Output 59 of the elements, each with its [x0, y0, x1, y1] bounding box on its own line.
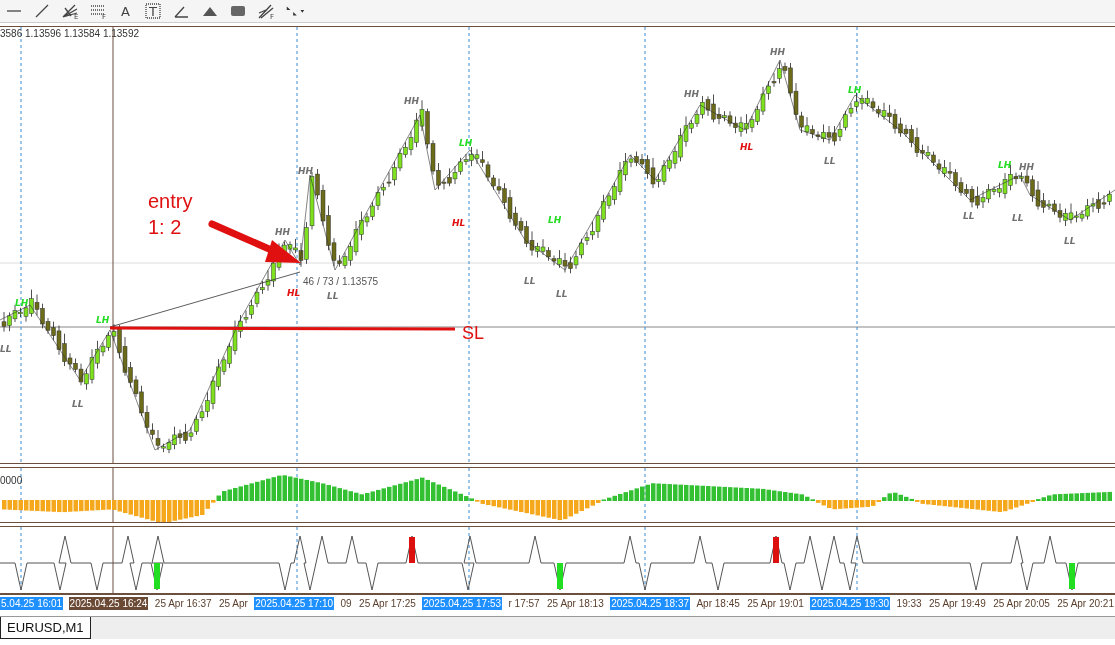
swing-label: LH	[459, 138, 473, 148]
time-axis-label: 25 Apr 19:49	[928, 597, 987, 610]
time-marker-line	[20, 468, 22, 522]
time-axis-label: 2025.04.25 19:30	[810, 597, 891, 610]
time-marker-line	[856, 468, 858, 522]
swing-label: HH	[298, 166, 314, 176]
time-marker-line	[296, 527, 298, 593]
measure-readout: 46 / 73 / 1.13575	[303, 276, 379, 287]
time-axis-label: Apr 18:45	[695, 597, 741, 610]
chart-tab[interactable]: EURUSD,M1	[0, 617, 91, 639]
time-axis-label: 19:33	[895, 597, 923, 610]
time-axis-label: 09	[339, 597, 353, 610]
time-axis-label: 25 Apr 19:01	[746, 597, 805, 610]
time-axis-label: 25 Apr 16:37	[153, 597, 213, 610]
stop-loss-label: SL	[462, 323, 485, 343]
swing-label: LL	[72, 399, 84, 409]
time-axis-label: 2025.04.25 18:37	[610, 597, 690, 610]
time-marker-line	[296, 468, 298, 522]
arrow-icon	[208, 220, 301, 263]
time-marker-line	[856, 527, 858, 593]
swing-label: LH	[848, 85, 862, 95]
swing-label: HH	[275, 227, 291, 237]
swing-label: HH	[684, 89, 700, 99]
time-axis-label: 25 Apr 18:13	[546, 597, 605, 610]
time-axis-label: 2025.04.25 17:53	[422, 597, 503, 610]
swing-label: HL	[287, 288, 301, 298]
swing-label: LL	[963, 211, 975, 221]
ohlc-readout: 3586 1.13596 1.13584 1.13592	[0, 28, 140, 39]
swing-label: LL	[327, 291, 339, 301]
time-axis-label: 25 Apr 17:25	[358, 597, 417, 610]
time-axis-label: r 17:57	[507, 597, 541, 610]
stop-loss-line[interactable]	[110, 326, 455, 331]
swing-label: LL	[1012, 213, 1024, 223]
swing-label: LL	[556, 289, 568, 299]
swing-label: LL	[0, 344, 12, 354]
swing-label: LH	[548, 215, 562, 225]
swing-label: HH	[770, 47, 786, 57]
swing-label: HL	[452, 218, 466, 228]
swing-label: LH	[15, 298, 29, 308]
time-axis-label: 5.04.25 16:01	[0, 597, 64, 610]
time-axis-label: 25 Apr	[217, 597, 249, 610]
swing-label: LH	[96, 315, 110, 325]
time-marker-line	[468, 527, 470, 593]
entry-note: 1: 2	[148, 216, 182, 238]
time-axis-label: 25 Apr 20:05	[992, 597, 1051, 610]
swing-label: LL	[524, 276, 536, 286]
time-axis-label: 2025.04.25 17:10	[254, 597, 335, 610]
swing-label: HL	[740, 142, 754, 152]
swing-label: LL	[1064, 236, 1076, 246]
time-axis-label: 2025.04.25 16:24	[68, 597, 149, 610]
swing-label: HH	[404, 96, 420, 106]
entry-note: entry	[148, 190, 193, 212]
indicator-value: 0000	[0, 475, 23, 486]
swing-label: LL	[824, 156, 836, 166]
time-axis-label: 25 Apr 20:21	[1056, 597, 1115, 610]
swing-label: HH	[1019, 162, 1035, 172]
swing-label: LH	[998, 160, 1012, 170]
time-marker-line	[644, 468, 646, 522]
time-marker-line	[468, 468, 470, 522]
